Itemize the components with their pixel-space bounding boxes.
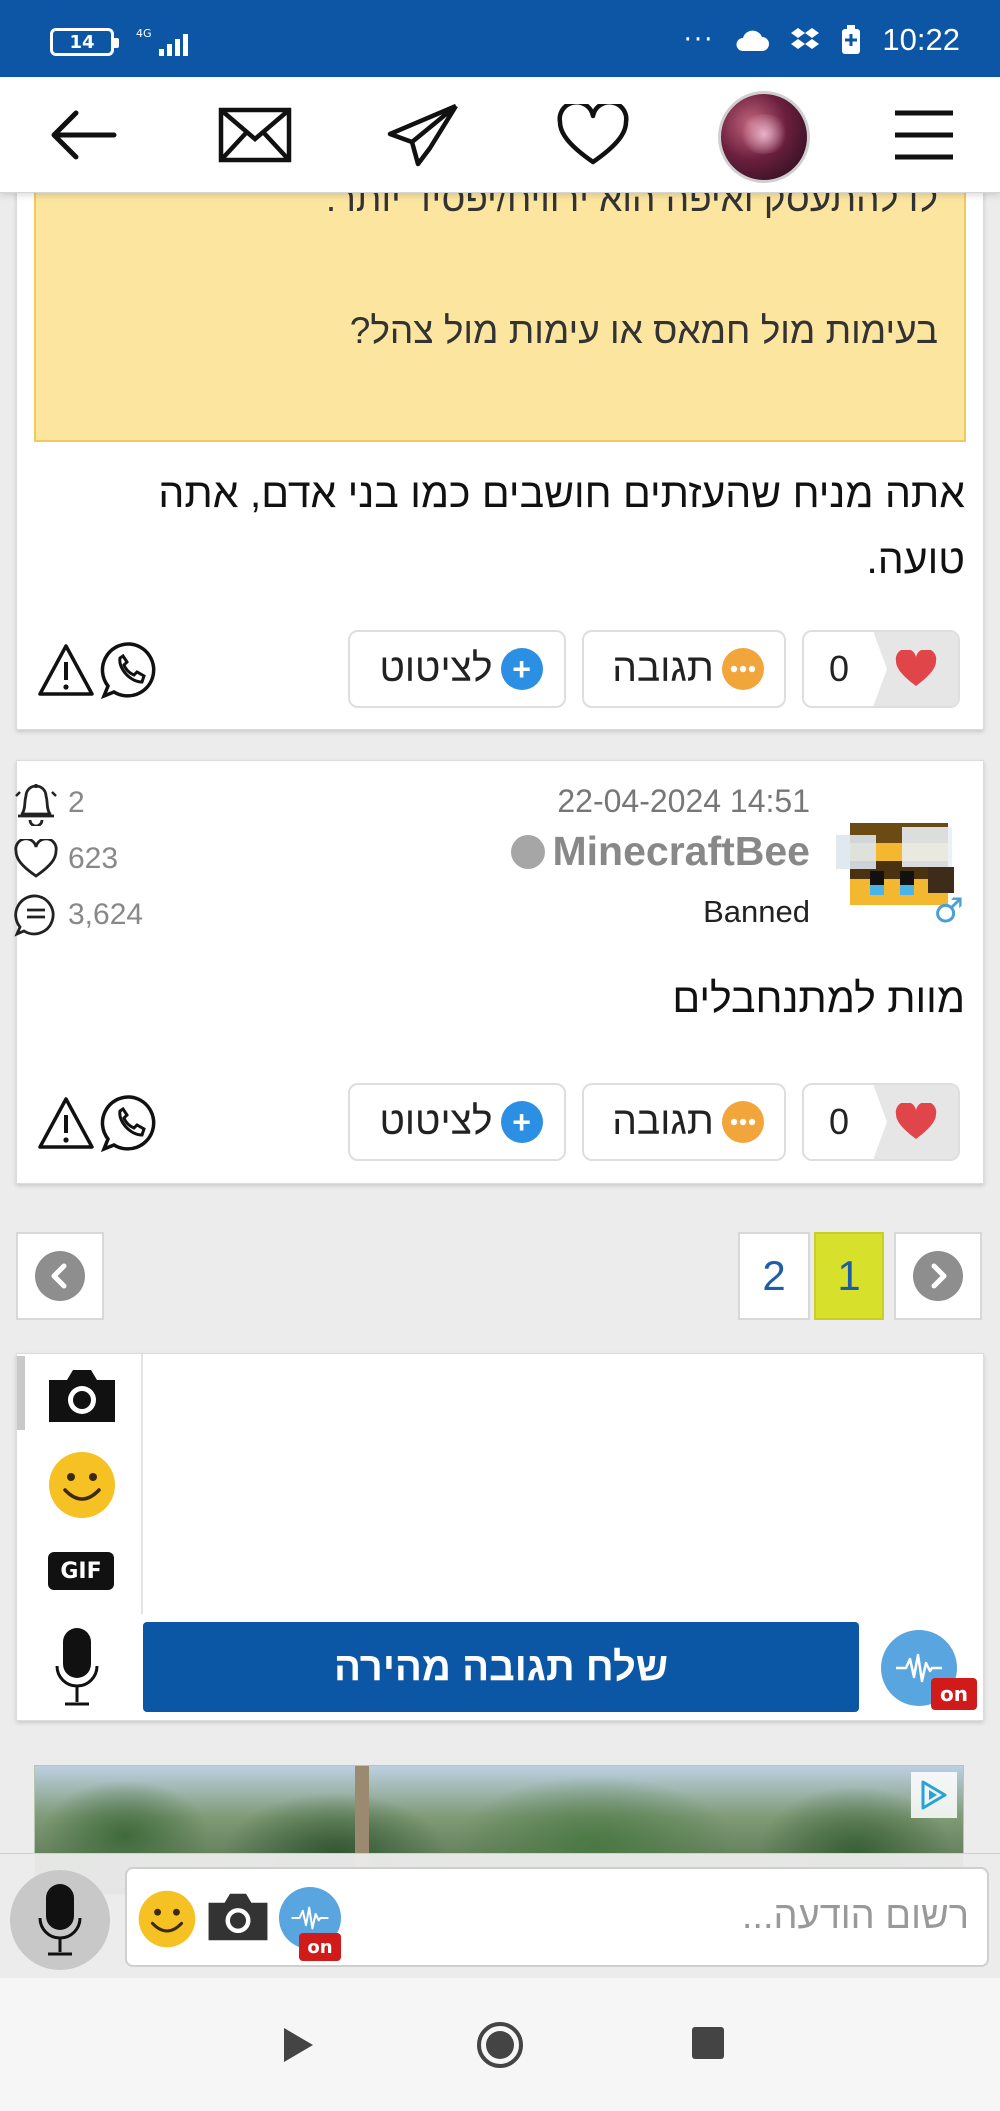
clock: 10:22 xyxy=(882,22,960,57)
report-warning-icon[interactable] xyxy=(36,1095,96,1151)
quote-block: לו להתעסק ואיפה הוא ירוויח/יפסיד יותר. ב… xyxy=(34,150,966,442)
post-body: אתה מניח שהעזתים חושבים כמו בני אדם, אתה… xyxy=(158,470,965,582)
hamburger-menu-icon[interactable] xyxy=(884,99,964,171)
offline-status-icon xyxy=(510,834,545,869)
emoji-icon[interactable] xyxy=(47,1450,117,1524)
next-page-button[interactable] xyxy=(894,1232,982,1320)
user-stats: 2 623 3,624 xyxy=(14,775,143,943)
battery-level: 14 xyxy=(69,31,95,53)
reply-textarea[interactable] xyxy=(145,1354,983,1614)
notification-count: 2 xyxy=(14,775,143,831)
battery-saver-icon xyxy=(842,25,861,54)
emoji-icon[interactable] xyxy=(137,1889,197,1953)
send-quick-reply-button[interactable]: שלח תגובה מהירה xyxy=(143,1622,859,1712)
system-nav-bar xyxy=(0,1978,1000,2111)
quote-button[interactable]: לציטוט + xyxy=(348,630,566,708)
paper-plane-icon[interactable] xyxy=(383,99,463,171)
reply-toolbar: GIF xyxy=(17,1354,143,1614)
dropbox-icon xyxy=(791,28,820,49)
username-row: MinecraftBee xyxy=(510,828,810,875)
back-arrow-icon[interactable] xyxy=(42,99,122,171)
plus-icon: + xyxy=(500,648,543,690)
male-gender-icon: ♂ xyxy=(933,891,964,931)
comment-icon xyxy=(14,894,55,937)
post-body: מוות למתנחבלים xyxy=(672,975,965,1021)
user-avatar[interactable]: ♂ xyxy=(832,805,966,931)
comments-count: 3,624 xyxy=(14,887,143,943)
home-circle-icon[interactable] xyxy=(475,2020,525,2070)
waveform-icon xyxy=(291,1906,329,1930)
network-type: 4G xyxy=(136,27,152,40)
quick-reply-box: GIF שלח תגובה מהירה on xyxy=(16,1353,984,1721)
chevron-left-icon xyxy=(35,1251,85,1301)
heart-fill-icon xyxy=(874,1085,958,1159)
chat-bubble-icon xyxy=(721,1101,764,1143)
page-2-button[interactable]: 2 xyxy=(738,1232,810,1320)
like-button[interactable]: 0 xyxy=(802,1083,960,1161)
cloud-icon xyxy=(736,30,770,51)
like-button[interactable]: 0 xyxy=(802,630,960,708)
plus-icon: + xyxy=(500,1101,543,1143)
status-bar: 14 4G ··· 10:22 xyxy=(0,0,1000,77)
on-badge: on xyxy=(299,1933,341,1961)
recents-square-icon[interactable] xyxy=(690,2025,726,2061)
on-badge: on xyxy=(931,1678,977,1710)
whatsapp-icon[interactable] xyxy=(100,640,160,700)
message-placeholder: רשום הודעה... xyxy=(741,1895,969,1937)
reply-button[interactable]: תגובה xyxy=(582,1083,786,1161)
heart-outline-icon xyxy=(14,839,58,878)
quote-button[interactable]: לציטוט + xyxy=(348,1083,566,1161)
camera-icon[interactable] xyxy=(45,1366,119,1430)
battery-icon: 14 xyxy=(50,28,119,56)
chat-bubble-icon xyxy=(721,648,764,690)
envelope-icon[interactable] xyxy=(215,99,295,171)
ad-choices-icon[interactable] xyxy=(911,1772,957,1818)
microphone-icon[interactable] xyxy=(55,1626,99,1712)
report-warning-icon[interactable] xyxy=(36,642,96,698)
like-count: 0 xyxy=(828,648,850,689)
signal-icon: 4G xyxy=(136,28,188,56)
post-actions: 0 תגובה לציטוט + xyxy=(16,630,984,710)
camera-icon[interactable] xyxy=(205,1889,271,1949)
chevron-right-icon xyxy=(913,1251,963,1301)
post-date: 22-04-2024 14:51 xyxy=(557,783,810,819)
app-bar xyxy=(0,77,1000,193)
play-back-icon[interactable] xyxy=(280,2025,316,2065)
more-dots-icon: ··· xyxy=(683,25,715,55)
post-actions: 0 תגובה לציטוט + xyxy=(16,1083,984,1163)
likes-count: 623 xyxy=(14,831,143,887)
heart-fill-icon xyxy=(874,632,958,706)
microphone-button[interactable] xyxy=(10,1870,110,1970)
user-avatar[interactable] xyxy=(718,91,810,183)
gif-button[interactable]: GIF xyxy=(48,1552,114,1590)
compose-bar: רשום הודעה... on xyxy=(0,1853,1000,1978)
scrollbar[interactable] xyxy=(17,1356,25,1430)
bell-icon xyxy=(15,784,57,826)
username[interactable]: MinecraftBee xyxy=(553,828,810,875)
microphone-icon xyxy=(38,1884,82,1956)
heart-icon[interactable] xyxy=(553,99,633,171)
user-role: Banned xyxy=(703,894,810,929)
reply-button[interactable]: תגובה xyxy=(582,630,786,708)
whatsapp-icon[interactable] xyxy=(100,1093,160,1153)
prev-page-button[interactable] xyxy=(16,1232,104,1320)
message-input[interactable]: רשום הודעה... on xyxy=(125,1867,989,1967)
quote-line: בעימות מול חמאס או עימות מול צהל? xyxy=(349,310,938,351)
like-count: 0 xyxy=(828,1101,850,1142)
page-1-button[interactable]: 1 xyxy=(814,1232,884,1320)
